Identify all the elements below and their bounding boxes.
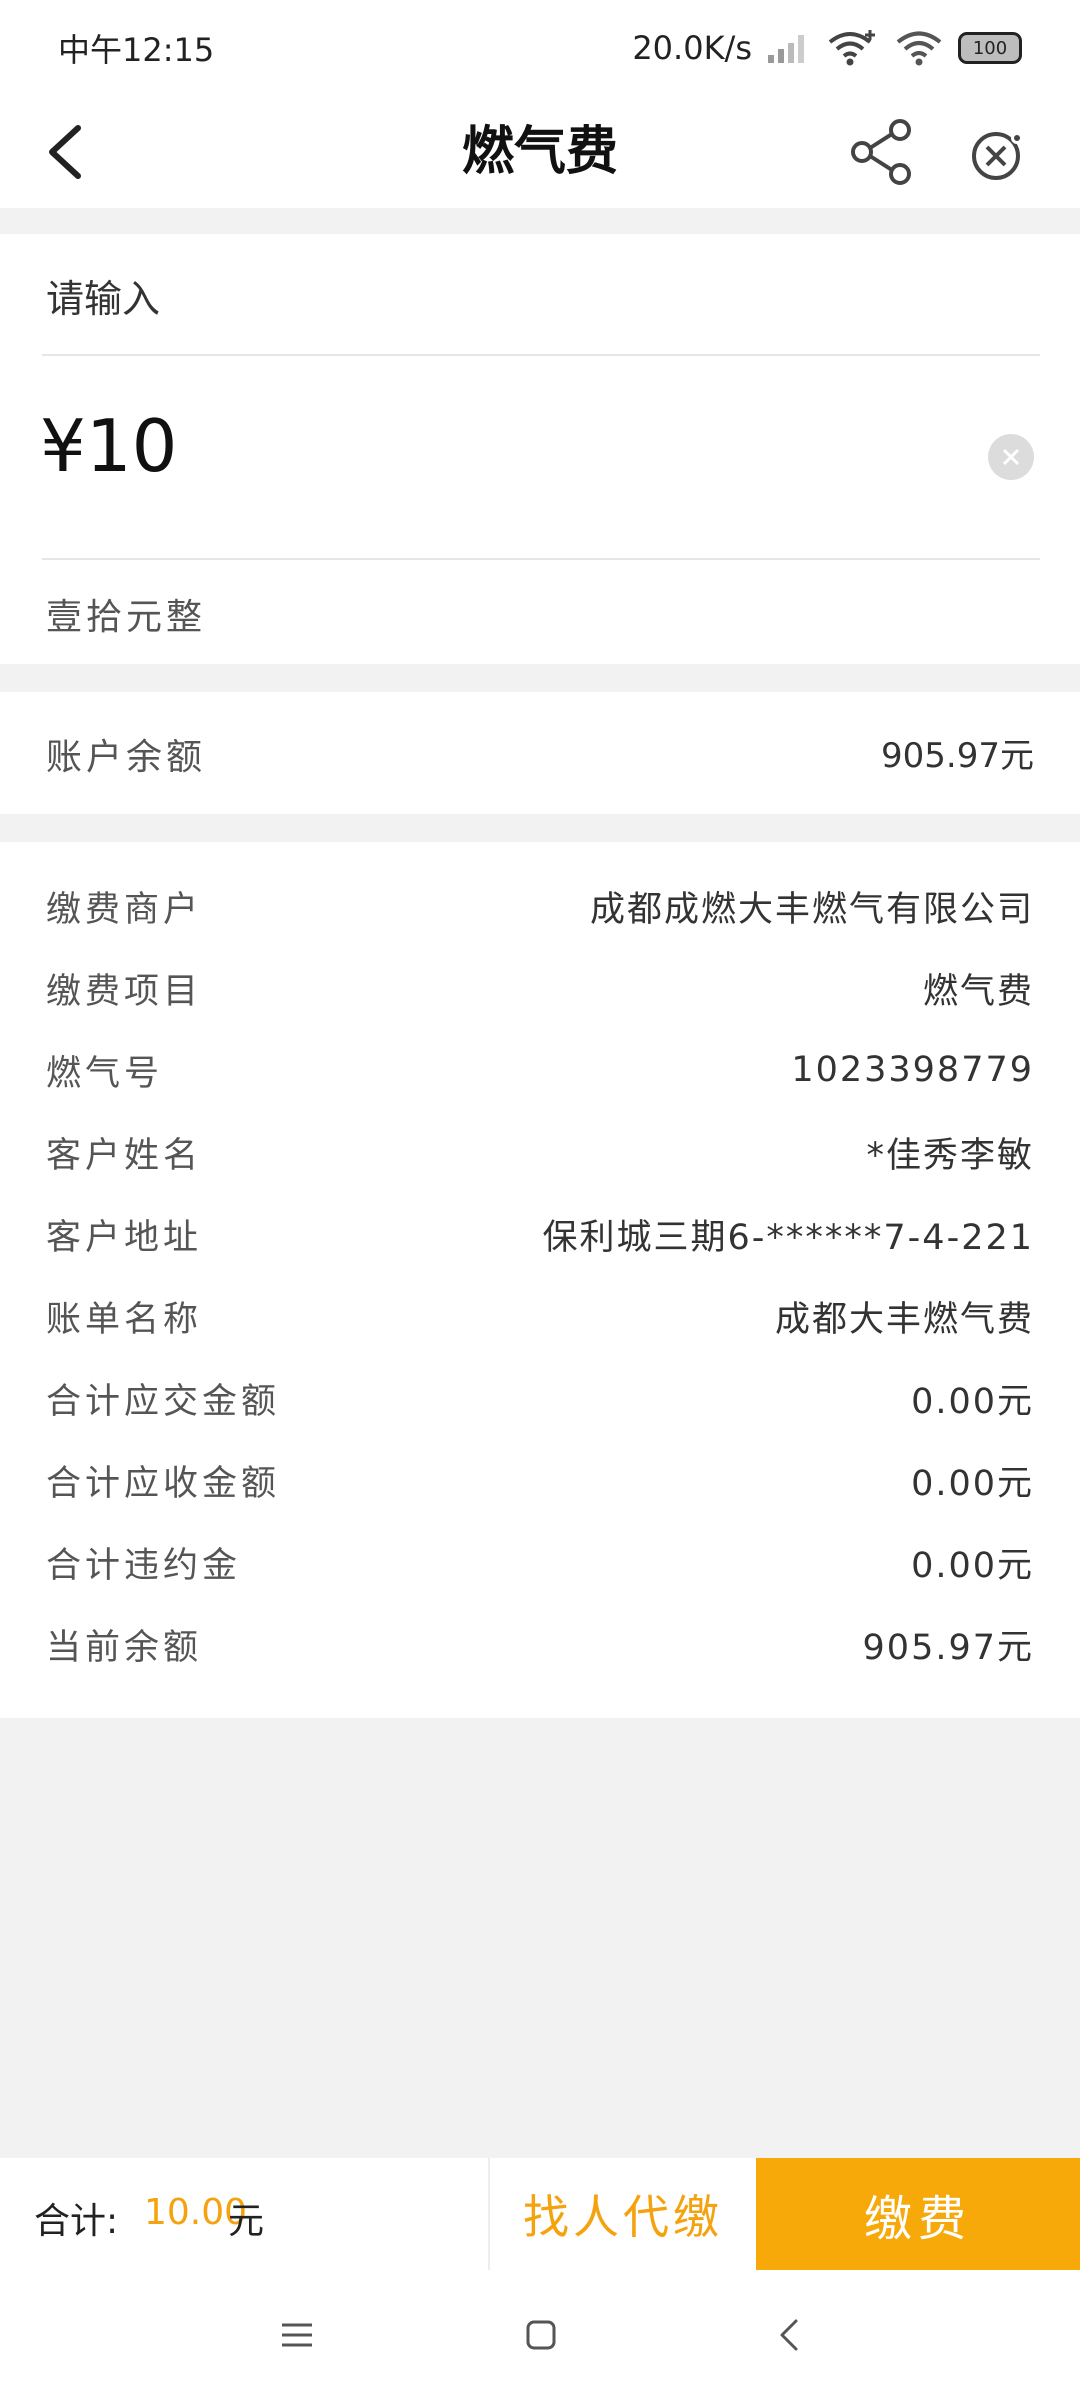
home-square-icon (526, 2320, 556, 2350)
wifi-icon (896, 31, 942, 66)
detail-label: 缴费商户 (46, 889, 203, 930)
page-title: 燃气费 (461, 122, 618, 182)
detail-value: 1023398779 (791, 1050, 1034, 1090)
detail-value: 905.97元 (862, 1627, 1034, 1668)
detail-value: 成都大丰燃气费 (774, 1299, 1034, 1340)
balance-label: 账户余额 (46, 737, 207, 778)
clear-icon (1002, 448, 1020, 466)
pay-button[interactable]: 缴费 (756, 2158, 1080, 2270)
share-button[interactable] (846, 112, 918, 192)
status-icons: 20.0K/s 100 (632, 28, 1022, 68)
detail-value: 0.00元 (911, 1381, 1034, 1422)
detail-label: 客户地址 (46, 1217, 203, 1258)
menu-button[interactable] (270, 2308, 324, 2362)
balance-value: 905.97元 (881, 736, 1034, 776)
detail-row: 客户姓名 *佳秀李敏 (46, 1122, 1034, 1182)
close-circle-icon (972, 132, 1023, 180)
amount-in-words: 壹拾元整 (46, 597, 207, 638)
share-icon (851, 119, 911, 185)
balance-card: 账户余额 905.97元 (0, 692, 1080, 814)
detail-value: 成都成燃大丰燃气有限公司 (589, 889, 1034, 930)
detail-value: 0.00元 (911, 1463, 1034, 1504)
detail-label: 当前余额 (46, 1627, 203, 1668)
detail-value: *佳秀李敏 (866, 1135, 1034, 1176)
detail-label: 燃气号 (46, 1053, 164, 1094)
amount-prompt: 请输入 (46, 277, 161, 321)
detail-value: 0.00元 (911, 1545, 1034, 1586)
detail-label: 合计应收金额 (46, 1463, 281, 1504)
bottom-action-bar: 合计: 10.00 元 找人代缴 缴费 (0, 2158, 1080, 2270)
detail-row: 账单名称 成都大丰燃气费 (46, 1286, 1034, 1346)
detail-row: 合计应收金额 0.00元 (46, 1450, 1034, 1510)
menu-icon (282, 2323, 312, 2347)
amount-value: 10 (85, 404, 178, 488)
detail-label: 账单名称 (46, 1299, 203, 1340)
home-button[interactable] (514, 2308, 568, 2362)
battery-icon: 100 (958, 32, 1022, 64)
bill-details-card: 缴费商户 成都成燃大丰燃气有限公司 缴费项目 燃气费 燃气号 102339877… (0, 842, 1080, 1718)
detail-row: 缴费项目 燃气费 (46, 958, 1034, 1018)
detail-label: 合计应交金额 (46, 1381, 281, 1422)
detail-value: 燃气费 (922, 971, 1034, 1012)
status-bar: 中午12:15 20.0K/s 100 (0, 0, 1080, 96)
detail-row: 客户地址 保利城三期6-******7-4-221 (46, 1204, 1034, 1264)
total-label: 合计: (34, 2201, 119, 2242)
close-button[interactable] (962, 112, 1032, 192)
detail-row: 缴费商户 成都成燃大丰燃气有限公司 (46, 876, 1034, 936)
amount-input-card: 请输入 ¥10 壹拾元整 (0, 234, 1080, 664)
detail-value: 保利城三期6-******7-4-221 (542, 1217, 1034, 1258)
proxy-pay-button[interactable]: 找人代缴 (490, 2158, 756, 2270)
wifi-plus-icon (828, 30, 875, 66)
detail-row: 当前余额 905.97元 (46, 1614, 1034, 1674)
signal-icon (768, 35, 804, 63)
divider (42, 354, 1040, 356)
net-speed: 20.0K/s (632, 29, 752, 67)
detail-row: 合计违约金 0.00元 (46, 1532, 1034, 1592)
amount-field[interactable]: ¥10 (40, 404, 177, 488)
detail-row: 合计应交金额 0.00元 (46, 1368, 1034, 1428)
title-bar: 燃气费 (0, 96, 1080, 208)
divider (42, 558, 1040, 560)
detail-label: 客户姓名 (46, 1135, 203, 1176)
detail-label: 缴费项目 (46, 971, 203, 1012)
system-nav-bar (0, 2270, 1080, 2400)
currency-symbol: ¥ (40, 404, 86, 488)
battery-level: 100 (972, 37, 1008, 59)
status-time: 中午12:15 (58, 31, 215, 69)
detail-row: 燃气号 1023398779 (46, 1040, 1034, 1100)
system-back-button[interactable] (762, 2308, 816, 2362)
clear-amount-button[interactable] (988, 434, 1034, 480)
back-chevron-icon (780, 2319, 798, 2351)
detail-label: 合计违约金 (46, 1545, 242, 1586)
total-unit: 元 (228, 2201, 265, 2242)
